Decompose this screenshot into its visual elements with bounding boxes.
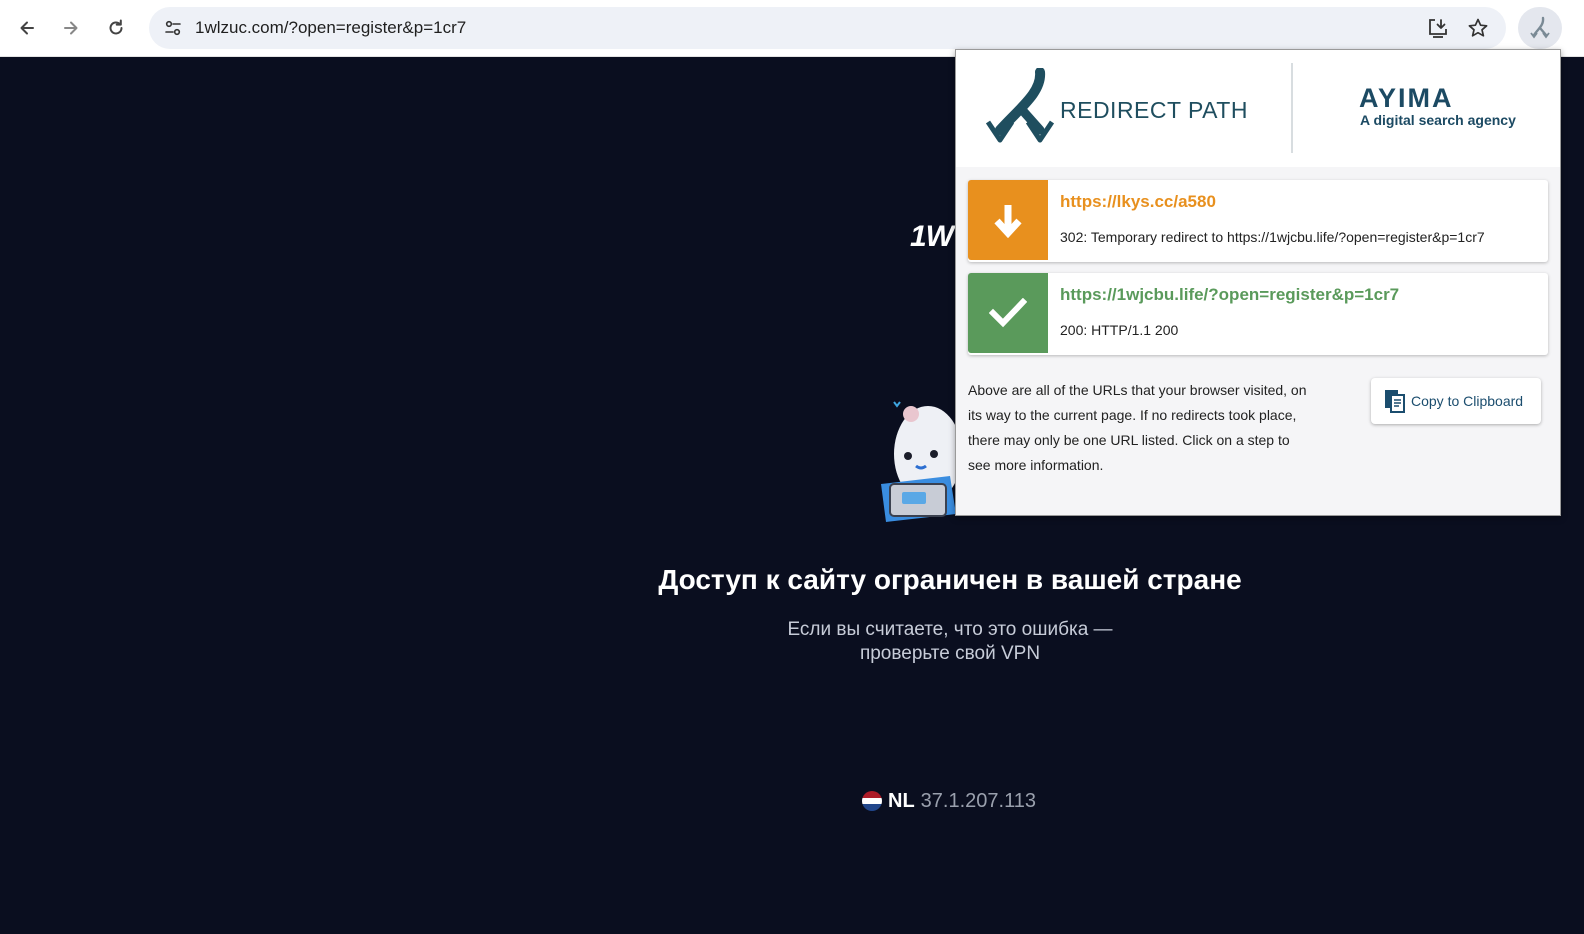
redirect-path-popup: REDIRECT PATH AYIMA A digital search age…: [955, 49, 1561, 516]
bookmark-star-button[interactable]: [1464, 14, 1492, 42]
subtext-line-1: Если вы считаете, что это ошибка —: [787, 619, 1113, 640]
site-info-button[interactable]: [157, 12, 189, 44]
redirect-path-logo-icon: [985, 68, 1054, 143]
page-subtext: Если вы считаете, что это ошибка — прове…: [650, 618, 1250, 666]
info-text: Above are all of the URLs that your brow…: [968, 382, 1307, 473]
clipboard-icon: [1385, 390, 1405, 413]
redirect-path-icon: [1530, 16, 1550, 39]
header-divider: [1291, 63, 1293, 153]
step-description: 302: Temporary redirect to https://1wjcb…: [1060, 229, 1485, 245]
brand-logo: 1W: [910, 220, 954, 253]
redirect-step[interactable]: https://lkys.cc/a580 302: Temporary redi…: [968, 180, 1548, 262]
address-bar[interactable]: 1wlzuc.com/?open=register&p=1cr7: [149, 7, 1506, 49]
redirect-path-extension-button[interactable]: [1518, 7, 1562, 49]
url-text[interactable]: 1wlzuc.com/?open=register&p=1cr7: [195, 18, 466, 38]
step-description: 200: HTTP/1.1 200: [1060, 322, 1179, 338]
step-status-badge: [968, 180, 1048, 260]
redirect-step[interactable]: https://1wjcbu.life/?open=register&p=1cr…: [968, 273, 1548, 355]
page-headline: Доступ к сайту ограничен в вашей стране: [658, 564, 1242, 595]
back-button[interactable]: [9, 10, 45, 46]
step-url[interactable]: https://1wjcbu.life/?open=register&p=1cr…: [1060, 285, 1399, 305]
ayima-logo[interactable]: AYIMA: [1359, 83, 1454, 114]
install-app-button[interactable]: [1424, 14, 1452, 42]
geo-info: NL 37.1.207.113: [862, 788, 1036, 814]
reload-icon: [109, 19, 123, 35]
netherlands-flag-icon: [862, 791, 882, 811]
popup-header: REDIRECT PATH AYIMA A digital search age…: [956, 50, 1560, 167]
ip-address: 37.1.207.113: [920, 789, 1036, 812]
arrow-right-icon: [64, 21, 78, 35]
star-icon: [1468, 18, 1488, 37]
arrow-left-icon: [20, 21, 34, 35]
forward-button[interactable]: [53, 10, 89, 46]
install-icon: [1429, 19, 1447, 38]
tune-icon: [165, 20, 181, 36]
arrow-down-icon: [994, 205, 1022, 238]
copy-button-label: Copy to Clipboard: [1411, 393, 1524, 409]
reload-button[interactable]: [98, 10, 134, 46]
subtext-line-2: проверьте свой VPN: [859, 643, 1041, 664]
heart-icon: [893, 401, 901, 408]
step-status-badge: [968, 273, 1048, 353]
copy-to-clipboard-button[interactable]: Copy to Clipboard: [1371, 378, 1541, 424]
mascot-illustration: [881, 401, 960, 522]
step-url[interactable]: https://lkys.cc/a580: [1060, 192, 1216, 212]
ayima-tagline: A digital search agency: [1360, 112, 1516, 128]
checkmark-icon: [989, 298, 1027, 328]
country-code: NL: [888, 789, 915, 812]
popup-title: REDIRECT PATH: [1060, 97, 1248, 123]
